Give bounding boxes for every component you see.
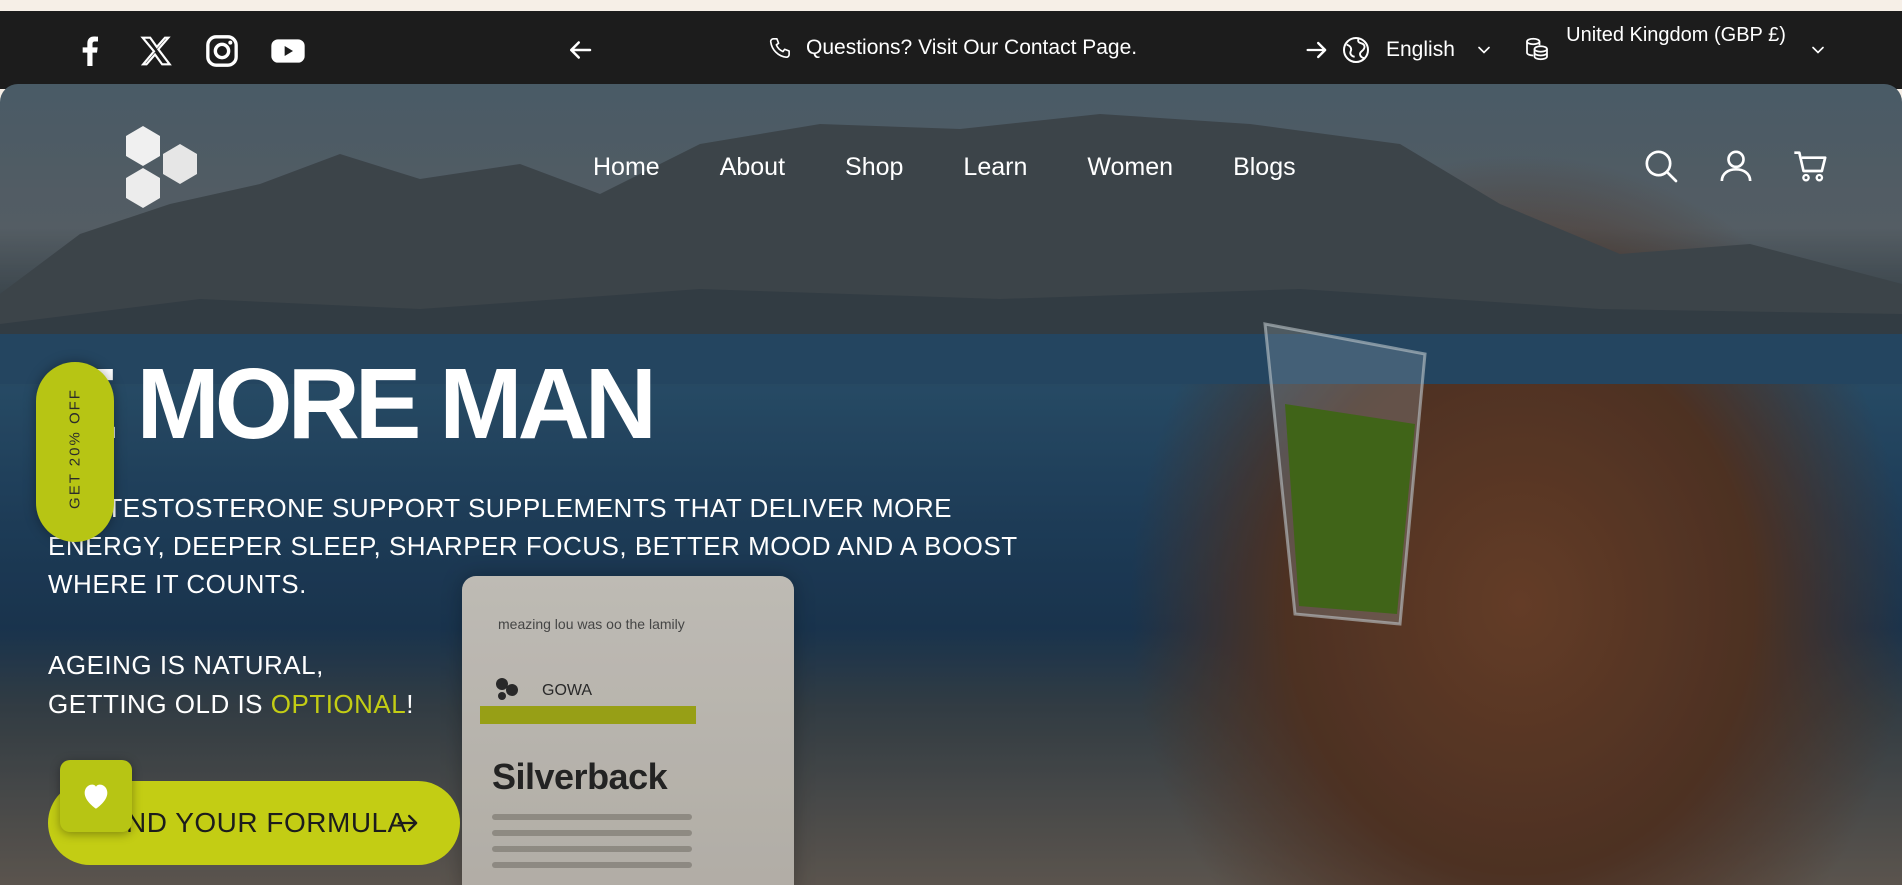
announcement-bar: Questions? Visit Our Contact Page. Engli… [0, 11, 1902, 89]
tagline-suffix: ! [406, 689, 414, 719]
discount-promo-tab[interactable]: GET 20% OFF [36, 362, 114, 542]
hero-headline: E MORE MAN [52, 348, 657, 460]
nav-home[interactable]: Home [593, 153, 660, 182]
language-selector[interactable]: English [1386, 38, 1455, 62]
hero-tagline-1: AGEING IS NATURAL, [48, 650, 324, 680]
hero-tagline-2: GETTING OLD IS OPTIONAL! [48, 685, 414, 723]
x-icon[interactable] [136, 31, 176, 71]
hero-dim-overlay [0, 84, 1902, 885]
promo-text: GET 20% OFF [66, 388, 84, 509]
chevron-down-icon[interactable] [1808, 40, 1828, 60]
cart-icon[interactable] [1791, 146, 1831, 186]
top-strip [0, 0, 1902, 11]
search-icon[interactable] [1641, 146, 1681, 186]
nav-blogs[interactable]: Blogs [1233, 153, 1296, 182]
main-navigation: Home About Shop Learn Women Blogs [593, 153, 1296, 182]
contact-text: Questions? Visit Our Contact Page. [806, 36, 1138, 59]
nav-women[interactable]: Women [1087, 153, 1173, 182]
heart-icon [84, 784, 108, 809]
wishlist-button[interactable] [60, 760, 132, 832]
arrow-right-icon [394, 809, 422, 837]
nav-about[interactable]: About [720, 153, 785, 182]
phone-icon [768, 35, 794, 61]
tagline-accent: OPTIONAL [270, 689, 407, 719]
social-links [70, 31, 308, 71]
account-icon[interactable] [1716, 146, 1756, 186]
currency-selector[interactable]: United Kingdom (GBP £) [1565, 24, 1787, 47]
globe-icon [1340, 34, 1372, 66]
facebook-icon[interactable] [70, 31, 110, 71]
hero-banner: meazing lou was oo the lamily GOWA Silve… [0, 84, 1902, 885]
chevron-down-icon[interactable] [1474, 40, 1494, 60]
next-announcement-arrow-icon[interactable] [1303, 35, 1331, 65]
nav-shop[interactable]: Shop [845, 153, 903, 182]
youtube-icon[interactable] [268, 31, 308, 71]
contact-link[interactable]: Questions? Visit Our Contact Page. [768, 35, 1137, 61]
cta-label: ND YOUR FORMULA [126, 807, 407, 838]
previous-announcement-arrow-icon[interactable] [565, 35, 595, 65]
nav-learn[interactable]: Learn [963, 153, 1027, 182]
tagline-prefix: GETTING OLD IS [48, 689, 271, 719]
coins-icon [1522, 34, 1552, 64]
brand-logo[interactable] [118, 124, 208, 208]
instagram-icon[interactable] [202, 31, 242, 71]
hero-subtitle: RAL TESTOSTERONE SUPPORT SUPPLEMENTS THA… [48, 493, 1018, 599]
